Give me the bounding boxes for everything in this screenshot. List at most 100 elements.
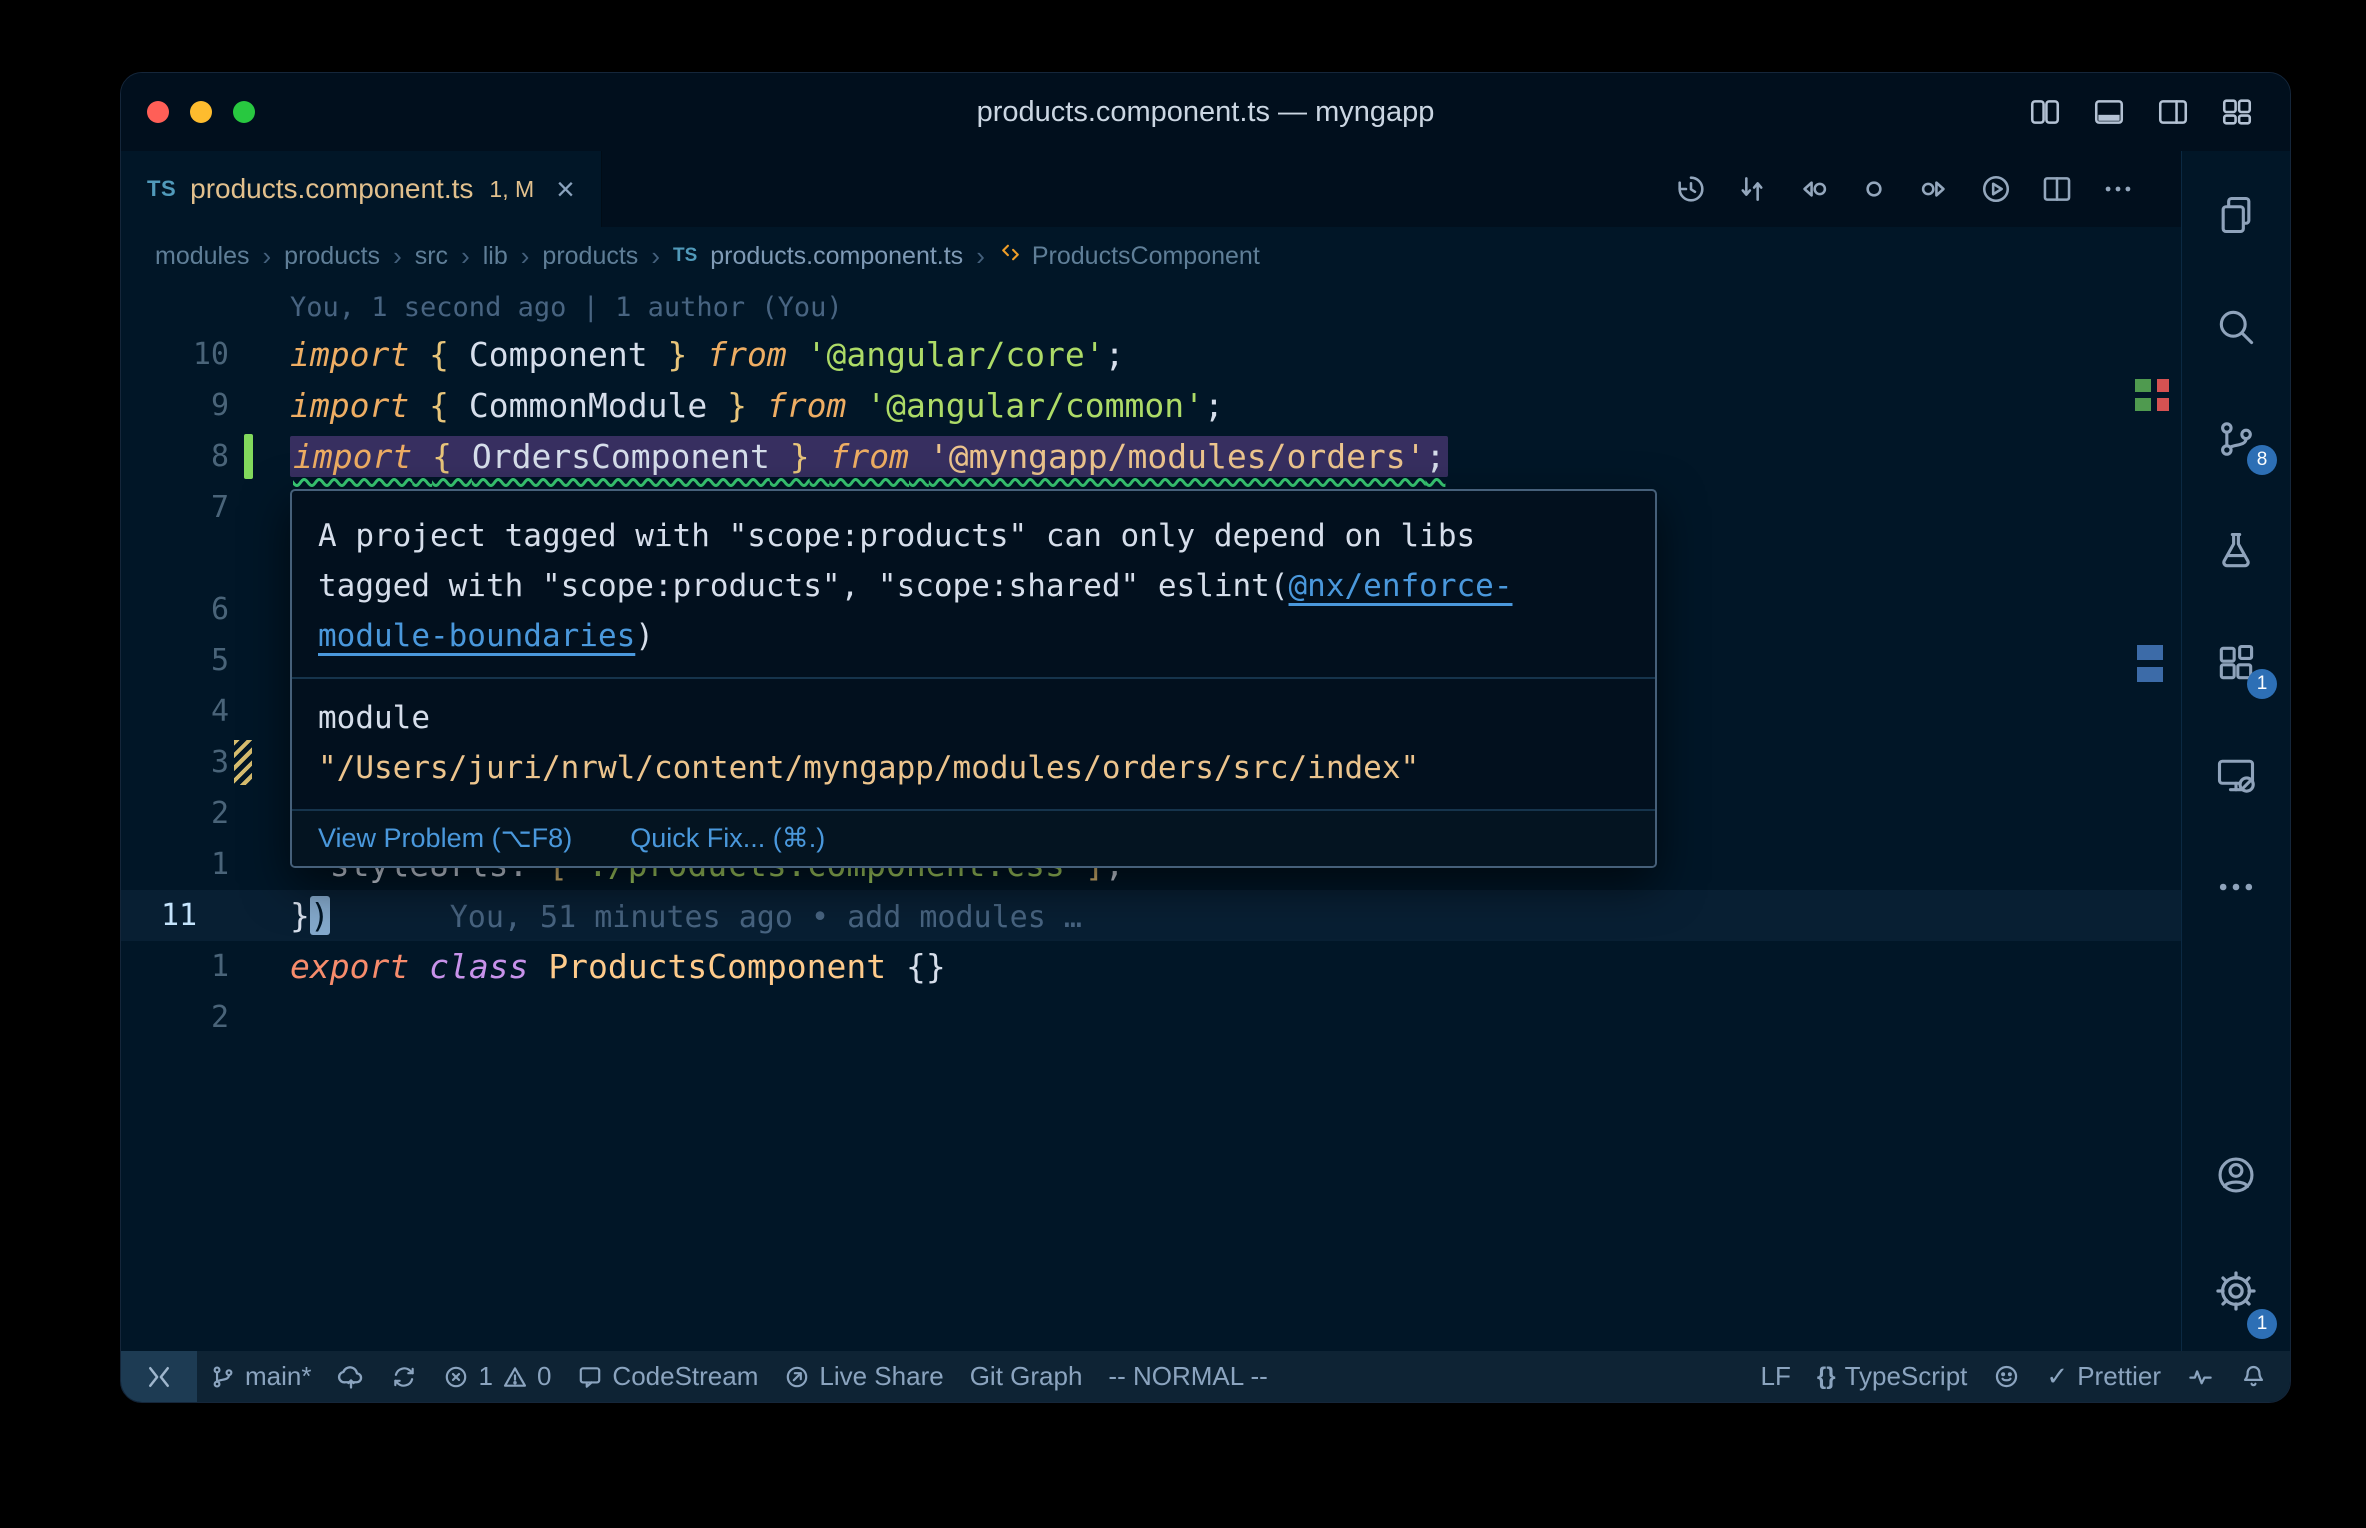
vim-mode-status[interactable]: -- NORMAL -- [1095,1351,1280,1402]
activity-bar: 8 1 1 [2181,151,2290,1351]
view-problem-action[interactable]: View Problem (⌥F8) [318,823,572,854]
toggle-panel-icon[interactable] [2092,95,2126,129]
error-count: 1 [478,1361,493,1391]
publish-button[interactable] [324,1351,378,1402]
eslint-rule-link[interactable]: @nx/enforce- [1289,568,1513,604]
code-line[interactable]: 2 [121,992,2181,1043]
branch-status[interactable]: main* [197,1351,324,1402]
remote-indicator[interactable] [121,1351,197,1402]
line-number: 8 [210,439,229,474]
code-line[interactable]: 9 import { CommonModule } from '@angular/… [121,380,2181,431]
next-change-icon[interactable] [1918,172,1952,206]
inline-blame: You, 51 minutes ago • add modules … [449,900,1082,935]
codestream-status[interactable]: CodeStream [564,1351,771,1402]
search-icon[interactable] [2182,271,2290,383]
account-icon[interactable] [2182,1119,2290,1231]
prettier-label: Prettier [2077,1361,2161,1391]
line-number-gutter[interactable]: 2 [121,788,290,839]
problems-status[interactable]: 1 0 [430,1351,564,1402]
line-number-gutter[interactable]: 7 [121,482,290,533]
customize-layout-icon[interactable] [2220,95,2254,129]
code-line[interactable]: 8 import { OrdersComponent } from '@mynga… [121,431,2181,482]
line-number-gutter[interactable]: 11 [121,890,290,941]
git-compare-icon[interactable] [1735,172,1769,206]
code-token: ; [1204,386,1224,425]
close-tab-icon[interactable]: × [556,173,575,205]
tab-products-component[interactable]: TS products.component.ts 1, M × [121,151,602,227]
previous-change-icon[interactable] [1796,172,1830,206]
toggle-sidebar-icon[interactable] [2028,95,2062,129]
codestream-label: CodeStream [612,1361,759,1391]
breadcrumb-separator: › [976,240,985,271]
blame-annotation-row[interactable]: You, 1 second ago | 1 author (You) [121,285,2181,329]
code-line-content: }) You, 51 minutes ago • add modules … [290,896,2181,935]
code-token: '@angular/common' [866,386,1205,425]
additional-views-icon[interactable] [2182,831,2290,943]
timeline-history-icon[interactable] [1674,172,1708,206]
line-number-gutter[interactable] [121,285,290,329]
feedback-smiley-icon[interactable] [1980,1351,2033,1402]
code-token: { [429,335,469,374]
breadcrumb-symbol[interactable]: ProductsComponent [998,240,1260,272]
breadcrumb-symbol-label: ProductsComponent [1031,241,1260,270]
test-beaker-icon[interactable] [2182,495,2290,607]
breadcrumb-item[interactable]: products [542,242,638,271]
vscode-window: products.component.ts — myngapp TS produ… [120,72,2291,1403]
git-graph-status[interactable]: Git Graph [957,1351,1096,1402]
toggle-secondary-sidebar-icon[interactable] [2156,95,2190,129]
extensions-icon[interactable]: 1 [2182,607,2290,719]
code-line[interactable]: 11}) You, 51 minutes ago • add modules … [121,890,2181,941]
line-number-gutter[interactable]: 3 [121,737,290,788]
line-number-gutter[interactable]: 4 [121,686,290,737]
pulse-icon[interactable] [2174,1351,2227,1402]
split-editor-icon[interactable] [2040,172,2074,206]
run-file-icon[interactable] [1979,172,2013,206]
problem-module-section: module "/Users/juri/nrwl/content/myngapp… [292,677,1655,809]
eol-status[interactable]: LF [1748,1351,1804,1402]
code-token: ; [1104,335,1125,374]
line-number-gutter[interactable]: 2 [121,992,290,1043]
explorer-icon[interactable] [2182,159,2290,271]
line-number-gutter[interactable]: 8 [121,431,290,482]
line-number-gutter[interactable]: 1 [121,839,290,890]
prettier-status[interactable]: ✓ Prettier [2033,1351,2174,1402]
breadcrumb-item[interactable]: modules [155,242,250,271]
breadcrumb-item[interactable]: src [415,242,448,271]
close-window-button[interactable] [147,101,169,123]
code-token: } [769,437,810,476]
remote-explorer-icon[interactable] [2182,719,2290,831]
line-number-gutter[interactable] [121,533,290,584]
code-line[interactable]: 1 export class ProductsComponent {} [121,941,2181,992]
breadcrumb-item[interactable]: lib [483,242,508,271]
sync-button[interactable] [378,1351,430,1402]
breadcrumb-file[interactable]: products.component.ts [710,242,963,271]
notifications-bell-icon[interactable] [2227,1351,2280,1402]
eslint-rule-link[interactable]: module-boundaries [318,618,635,654]
live-share-status[interactable]: Live Share [771,1351,956,1402]
code-token: export [290,947,410,986]
tab-label: products.component.ts [190,173,474,204]
code-line[interactable]: 10 import { Component } from '@angular/co… [121,329,2181,380]
code-token: {} [905,947,946,986]
quick-fix-action[interactable]: Quick Fix... (⌘.) [630,823,825,854]
more-actions-icon[interactable] [2101,172,2135,206]
minimize-window-button[interactable] [190,101,212,123]
line-number-gutter[interactable]: 5 [121,635,290,686]
zoom-window-button[interactable] [233,101,255,123]
line-number-gutter[interactable]: 10 [121,329,290,380]
problem-message-line: A project tagged with "scope:products" c… [318,518,1476,554]
source-control-icon[interactable]: 8 [2182,383,2290,495]
minimap-added-mark [2135,398,2151,411]
line-number-gutter[interactable]: 1 [121,941,290,992]
editor[interactable]: You, 1 second ago | 1 author (You) 10 impo… [121,285,2181,1351]
line-number-gutter[interactable]: 9 [121,380,290,431]
language-mode-status[interactable]: {} TypeScript [1804,1351,1981,1402]
circle-icon[interactable] [1857,172,1891,206]
settings-gear-icon[interactable]: 1 [2182,1231,2290,1351]
line-number: 4 [210,694,229,729]
line-number-gutter[interactable]: 6 [121,584,290,635]
breadcrumb-item[interactable]: products [284,242,380,271]
line-number: 2 [210,796,229,831]
